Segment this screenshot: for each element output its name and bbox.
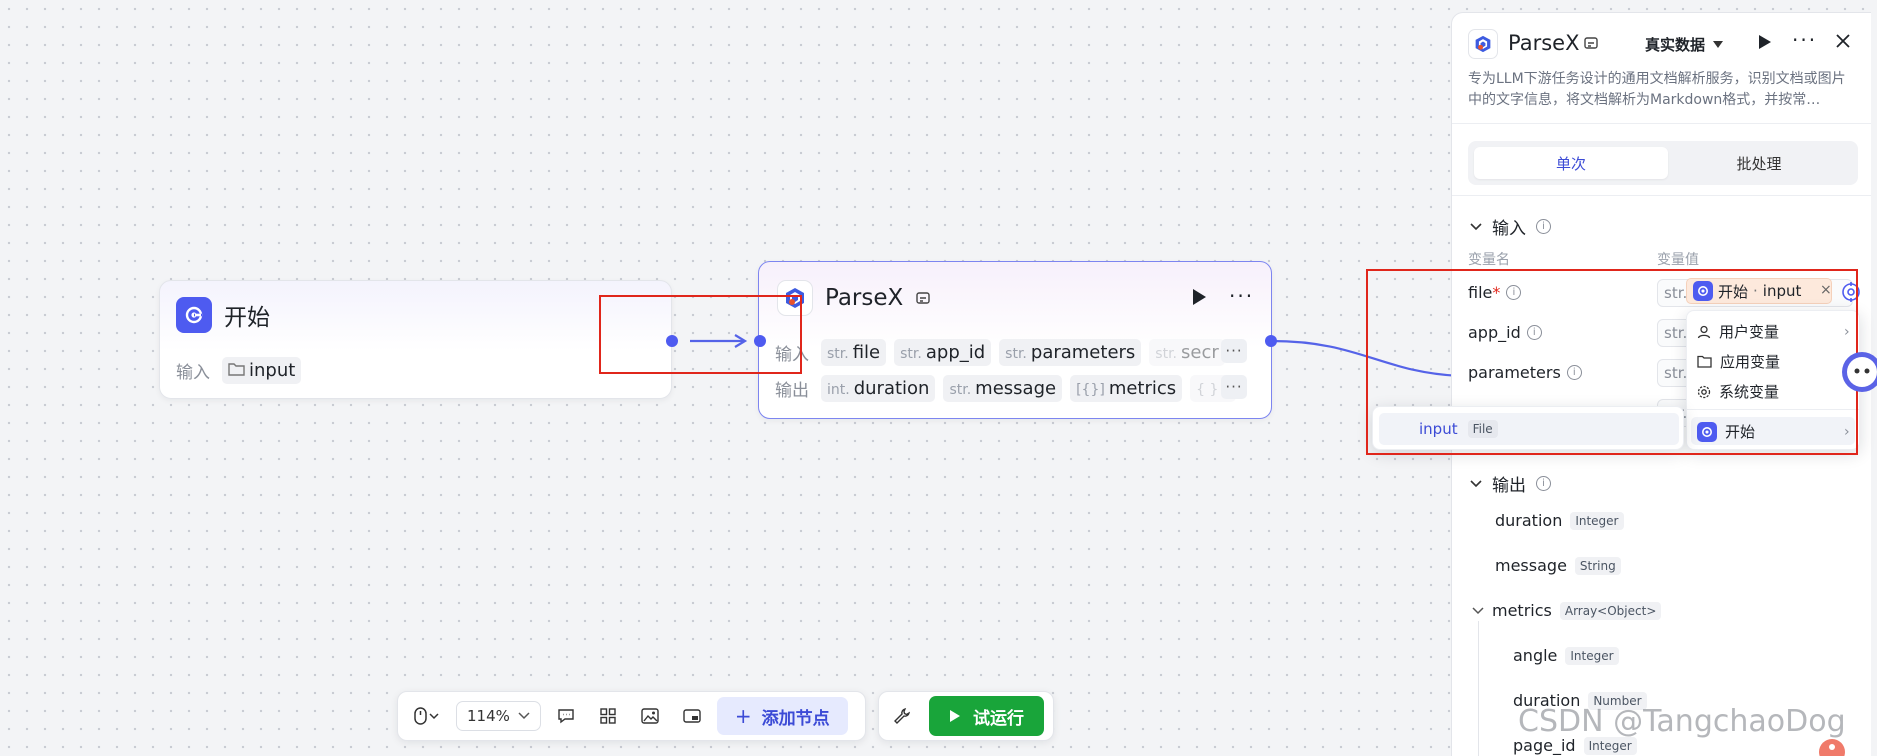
caret-down-icon <box>1713 41 1724 48</box>
grid-icon <box>600 708 616 724</box>
chevron-down-icon <box>1472 606 1484 615</box>
plugin-badge-icon <box>915 290 931 306</box>
start-node-input-row: 输入 input <box>176 357 302 384</box>
image-export-button[interactable] <box>633 699 667 733</box>
mouse-icon <box>413 707 427 725</box>
node-more-icon[interactable]: ··· <box>1229 286 1254 306</box>
output-chip-duration[interactable]: int. duration <box>821 375 936 402</box>
comment-icon <box>557 708 575 724</box>
minimap-button[interactable] <box>675 699 709 733</box>
output-item-expandable[interactable]: metrics Array<Object> <box>1472 601 1662 620</box>
data-mode-select[interactable]: 真实数据 <box>1645 34 1724 55</box>
parsex-output-label: 输出 <box>775 381 809 401</box>
chevron-down-icon <box>428 712 439 720</box>
output-item: duration Integer <box>1495 511 1624 530</box>
highlight-box-edge <box>599 295 802 374</box>
plugin-badge-icon <box>1583 35 1599 51</box>
param-chip-secret[interactable]: str. secr <box>1149 339 1225 366</box>
parsex-output-row: 输出 int. duration str. message [{}] metrics … <box>775 375 1236 402</box>
parsex-output-handle[interactable] <box>1265 335 1277 347</box>
data-mode-label: 真实数据 <box>1645 36 1706 54</box>
run-toolbar: 试运行 <box>878 691 1054 741</box>
tab-batch[interactable]: 批处理 <box>1662 147 1856 179</box>
input-label: 输入 <box>176 363 210 383</box>
parsex-input-row: 输入 str. file str. app_id str. parameters st… <box>775 339 1225 366</box>
chevron-down-icon <box>1470 222 1482 231</box>
trial-run-button[interactable]: 试运行 <box>929 696 1044 736</box>
panel-description: 专为LLM下游任务设计的通用文档解析服务，识别文档或图片中的文字信息，将文档解析… <box>1468 71 1846 108</box>
wrench-icon <box>893 707 911 725</box>
input-section-header[interactable]: 输入 i <box>1470 214 1551 239</box>
debug-tools-button[interactable] <box>885 699 919 733</box>
output-item: angle Integer <box>1513 646 1619 665</box>
col-header-value: 变量值 <box>1657 252 1699 268</box>
watermark: CSDN @TangchaoDog <box>1518 704 1846 739</box>
output-item: message String <box>1495 556 1621 575</box>
plus-icon: + <box>734 704 752 728</box>
zoom-select[interactable]: 114% <box>456 701 541 731</box>
start-icon <box>176 297 212 333</box>
comment-button[interactable] <box>549 699 583 733</box>
folder-icon <box>228 360 245 381</box>
start-node-header: 开始 <box>176 297 270 333</box>
start-node-title: 开始 <box>224 305 270 331</box>
input-var-chip[interactable]: input <box>222 357 302 384</box>
assistant-avatar[interactable] <box>1840 350 1877 394</box>
zoom-value: 114% <box>467 707 510 725</box>
input-section-title: 输入 <box>1492 219 1526 239</box>
parsex-node-title: ParseX <box>825 285 904 311</box>
play-icon <box>949 709 961 723</box>
image-icon <box>641 708 659 724</box>
minimap-icon <box>683 708 701 724</box>
highlight-box-popup <box>1366 269 1858 455</box>
divider <box>1452 195 1871 196</box>
output-chip-message[interactable]: str. message <box>943 375 1063 402</box>
bot-avatar[interactable] <box>1818 738 1846 756</box>
layout-button[interactable] <box>591 699 625 733</box>
output-chip-metrics[interactable]: [{}] metrics <box>1070 375 1183 402</box>
param-chip-app-id[interactable]: str. app_id <box>894 339 992 366</box>
tab-single[interactable]: 单次 <box>1474 147 1668 179</box>
canvas-toolbar: 114% + 添加节点 <box>397 691 866 741</box>
divider <box>1452 123 1871 124</box>
run-mode-tabs: 单次 批处理 <box>1468 141 1858 185</box>
close-icon[interactable] <box>1835 33 1851 49</box>
inputs-more-button[interactable]: ··· <box>1221 339 1247 363</box>
input-var-name: input <box>249 360 296 381</box>
panel-title: ParseX <box>1508 31 1580 55</box>
chevron-down-icon <box>518 712 530 720</box>
trial-run-label: 试运行 <box>973 708 1024 729</box>
start-node[interactable]: 开始 输入 input <box>159 280 672 399</box>
info-icon: i <box>1536 219 1551 234</box>
run-node-icon[interactable] <box>1191 288 1207 306</box>
add-node-button[interactable]: + 添加节点 <box>716 697 848 735</box>
parsex-node[interactable]: ParseX ··· 输入 str. file str. app_id str. pa… <box>758 261 1272 419</box>
panel-more-icon[interactable]: ··· <box>1792 28 1817 52</box>
pointer-mode-button[interactable] <box>404 699 448 733</box>
output-section-header[interactable]: 输出 i <box>1470 471 1551 496</box>
output-section-title: 输出 <box>1492 476 1526 496</box>
add-node-label: 添加节点 <box>761 708 830 729</box>
tree-line <box>1478 621 1479 756</box>
outputs-more-button[interactable]: ··· <box>1221 375 1247 399</box>
param-chip-file[interactable]: str. file <box>821 339 887 366</box>
run-panel-icon[interactable] <box>1758 34 1772 50</box>
col-header-name: 变量名 <box>1468 252 1510 268</box>
parsex-logo-icon <box>1468 29 1498 59</box>
info-icon: i <box>1536 476 1551 491</box>
chevron-down-icon <box>1470 479 1482 488</box>
param-chip-parameters[interactable]: str. parameters <box>999 339 1142 366</box>
